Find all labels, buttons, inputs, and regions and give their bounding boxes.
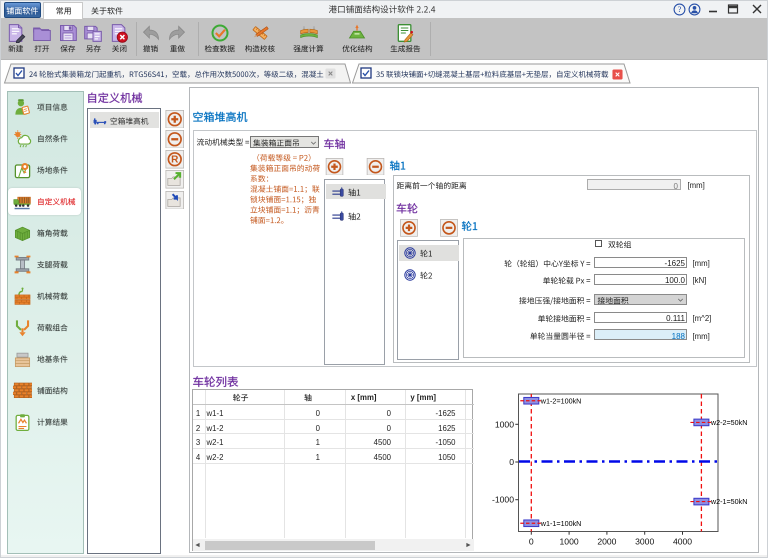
svg-text:w1-1=100kN: w1-1=100kN [540,519,582,528]
svg-text:0: 0 [529,537,534,547]
svg-text:R: R [171,155,179,166]
svg-text:w2-2=50kN: w2-2=50kN [710,418,748,427]
svg-text:0: 0 [509,457,514,467]
svg-text:3000: 3000 [635,537,654,547]
svg-text:1000: 1000 [495,419,514,429]
svg-text:w1-2=100kN: w1-2=100kN [540,396,582,405]
svg-text:1000: 1000 [560,537,579,547]
svg-text:-1000: -1000 [492,495,514,505]
svg-text:w2-1=50kN: w2-1=50kN [710,497,748,506]
svg-text:4000: 4000 [673,537,692,547]
svg-text:2000: 2000 [597,537,616,547]
svg-text:?: ? [678,5,682,14]
